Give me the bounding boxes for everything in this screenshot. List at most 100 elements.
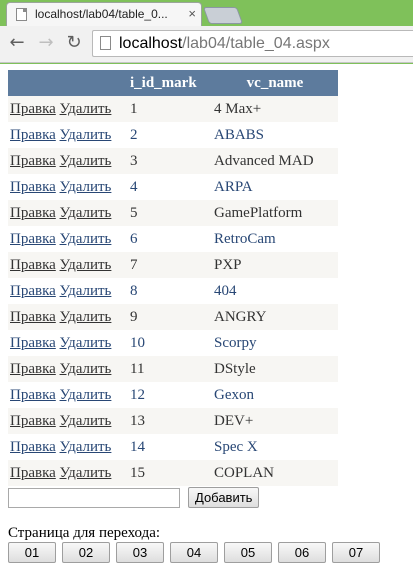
delete-link[interactable]: Удалить <box>60 205 112 221</box>
cell-id: 9 <box>122 304 212 330</box>
edit-link[interactable]: Правка <box>10 413 56 429</box>
row-actions: Правка Удалить <box>8 278 122 304</box>
cell-id: 5 <box>122 200 212 226</box>
url-text: localhost/lab04/table_04.aspx <box>119 31 330 56</box>
cell-name: ARPA <box>212 174 338 200</box>
cell-id: 12 <box>122 382 212 408</box>
page-button[interactable]: 02 <box>62 542 110 563</box>
edit-link[interactable]: Правка <box>10 205 56 221</box>
edit-link[interactable]: Правка <box>10 127 56 143</box>
row-actions: Правка Удалить <box>8 148 122 174</box>
delete-link[interactable]: Удалить <box>60 439 112 455</box>
table-row: Правка Удалить 3 Advanced MAD <box>8 148 338 174</box>
row-actions: Правка Удалить <box>8 460 122 486</box>
url-path: /lab04/table_04.aspx <box>182 35 330 52</box>
edit-link[interactable]: Правка <box>10 335 56 351</box>
cell-id: 14 <box>122 434 212 460</box>
delete-link[interactable]: Удалить <box>60 153 112 169</box>
pager: 01 02 03 04 05 06 07 <box>8 542 408 563</box>
page-button[interactable]: 03 <box>116 542 164 563</box>
page-button[interactable]: 04 <box>170 542 218 563</box>
new-tab-button[interactable] <box>202 7 244 24</box>
table-row: Правка Удалить 9 ANGRY <box>8 304 338 330</box>
edit-link[interactable]: Правка <box>10 283 56 299</box>
delete-link[interactable]: Удалить <box>60 101 112 117</box>
edit-link[interactable]: Правка <box>10 153 56 169</box>
cell-id: 3 <box>122 148 212 174</box>
page-button[interactable]: 01 <box>8 542 56 563</box>
cell-id: 6 <box>122 226 212 252</box>
delete-link[interactable]: Удалить <box>60 257 112 273</box>
browser-toolbar: ← → ↻ localhost/lab04/table_04.aspx <box>0 26 413 63</box>
reload-icon[interactable]: ↻ <box>63 31 85 55</box>
delete-link[interactable]: Удалить <box>60 465 112 481</box>
forward-icon[interactable]: → <box>35 31 57 55</box>
address-bar[interactable]: localhost/lab04/table_04.aspx <box>92 30 413 57</box>
table-row: Правка Удалить 2 ABABS <box>8 122 338 148</box>
delete-link[interactable]: Удалить <box>60 361 112 377</box>
cell-id: 8 <box>122 278 212 304</box>
cell-id: 2 <box>122 122 212 148</box>
cell-id: 13 <box>122 408 212 434</box>
delete-link[interactable]: Удалить <box>60 309 112 325</box>
edit-link[interactable]: Правка <box>10 257 56 273</box>
page-button[interactable]: 05 <box>224 542 272 563</box>
delete-link[interactable]: Удалить <box>60 387 112 403</box>
page-button[interactable]: 06 <box>278 542 326 563</box>
page-button[interactable]: 07 <box>332 542 380 563</box>
header-i-id-mark: i_id_mark <box>122 70 212 96</box>
table-row: Правка Удалить 10 Scorpy <box>8 330 338 356</box>
row-actions: Правка Удалить <box>8 122 122 148</box>
row-actions: Правка Удалить <box>8 304 122 330</box>
cell-name: RetroCam <box>212 226 338 252</box>
delete-link[interactable]: Удалить <box>60 231 112 247</box>
delete-link[interactable]: Удалить <box>60 335 112 351</box>
cell-name: 4 Max+ <box>212 96 338 122</box>
table-row: Правка Удалить 14 Spec X <box>8 434 338 460</box>
delete-link[interactable]: Удалить <box>60 413 112 429</box>
edit-link[interactable]: Правка <box>10 439 56 455</box>
table-row: Правка Удалить 15 COPLAN <box>8 460 338 486</box>
page-content: i_id_mark vc_name Правка Удалить 1 4 Max+ П… <box>8 70 408 563</box>
add-form: Добавить <box>8 487 408 509</box>
cell-name: GamePlatform <box>212 200 338 226</box>
edit-link[interactable]: Правка <box>10 387 56 403</box>
cell-id: 11 <box>122 356 212 382</box>
new-name-input[interactable] <box>8 487 180 508</box>
cell-id: 7 <box>122 252 212 278</box>
edit-link[interactable]: Правка <box>10 361 56 377</box>
close-tab-icon[interactable]: × <box>188 6 196 21</box>
edit-link[interactable]: Правка <box>10 179 56 195</box>
table-row: Правка Удалить 8 404 <box>8 278 338 304</box>
edit-link[interactable]: Правка <box>10 465 56 481</box>
table-row: Правка Удалить 13 DEV+ <box>8 408 338 434</box>
edit-link[interactable]: Правка <box>10 231 56 247</box>
edit-link[interactable]: Правка <box>10 101 56 117</box>
cell-id: 10 <box>122 330 212 356</box>
table-row: Правка Удалить 1 4 Max+ <box>8 96 338 122</box>
edit-link[interactable]: Правка <box>10 309 56 325</box>
table-row: Правка Удалить 6 RetroCam <box>8 226 338 252</box>
delete-link[interactable]: Удалить <box>60 127 112 143</box>
cell-id: 4 <box>122 174 212 200</box>
cell-id: 1 <box>122 96 212 122</box>
cell-name: DEV+ <box>212 408 338 434</box>
back-icon[interactable]: ← <box>6 31 28 55</box>
delete-link[interactable]: Удалить <box>60 179 112 195</box>
cell-name: ABABS <box>212 122 338 148</box>
tab-title: localhost/lab04/table_0... <box>35 7 168 21</box>
browser-tab[interactable]: localhost/lab04/table_0... × <box>6 2 202 26</box>
row-actions: Правка Удалить <box>8 330 122 356</box>
cell-name: COPLAN <box>212 460 338 486</box>
page-favicon-icon <box>16 8 27 21</box>
grid-header-row: i_id_mark vc_name <box>8 70 338 96</box>
data-grid: i_id_mark vc_name Правка Удалить 1 4 Max+ П… <box>8 70 338 486</box>
row-actions: Правка Удалить <box>8 96 122 122</box>
page-icon <box>100 36 111 50</box>
cell-name: 404 <box>212 278 338 304</box>
delete-link[interactable]: Удалить <box>60 283 112 299</box>
add-button[interactable]: Добавить <box>188 487 260 508</box>
cell-name: Scorpy <box>212 330 338 356</box>
header-actions <box>8 70 122 96</box>
row-actions: Правка Удалить <box>8 252 122 278</box>
